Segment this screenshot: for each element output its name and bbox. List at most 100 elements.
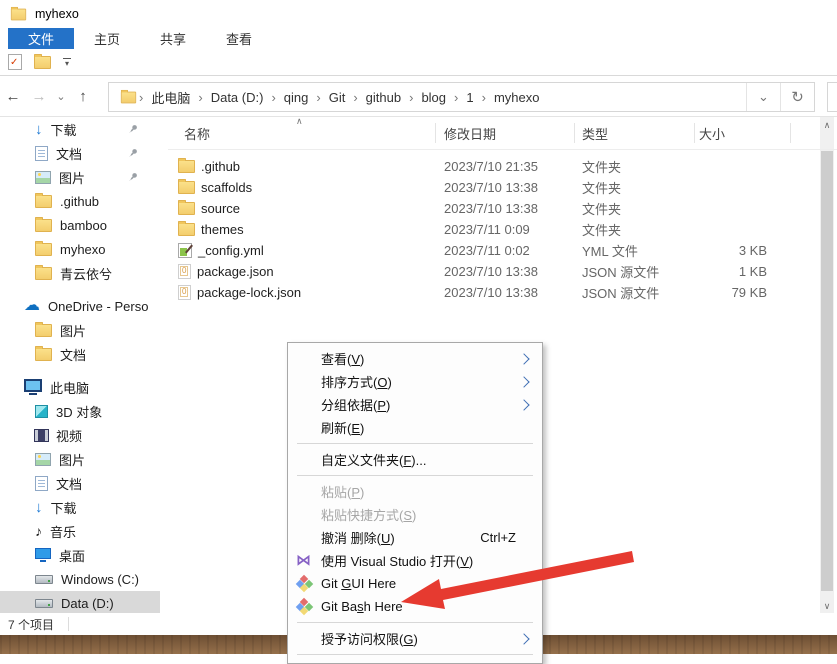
window-folder-icon	[10, 6, 27, 20]
file-row[interactable]: scaffolds 2023/7/10 13:38 文件夹	[168, 177, 837, 198]
menu-item-label: 自定义文件夹(F)...	[321, 453, 427, 468]
sidebar-item-od-documents[interactable]: 文档	[0, 342, 160, 366]
file-row[interactable]: .github 2023/7/10 21:35 文件夹	[168, 156, 837, 177]
breadcrumb-separator-icon: ›	[198, 89, 203, 105]
forward-button[interactable]: →	[26, 88, 52, 105]
sidebar-item-desktop[interactable]: 桌面	[0, 543, 160, 567]
sidebar-item-3d-objects[interactable]: 3D 对象	[0, 399, 160, 423]
menu-item-paste-shortcut[interactable]: 粘贴快捷方式(S)	[288, 503, 542, 526]
file-row[interactable]: source 2023/7/10 13:38 文件夹	[168, 198, 837, 219]
breadcrumb-item[interactable]: blog	[415, 90, 452, 105]
sidebar-item-label: 视频	[56, 428, 83, 444]
sidebar-item-label: 图片	[59, 170, 86, 186]
address-bar[interactable]: › 此电脑 › Data (D:) › qing › Git › github › blog › 1 › my…	[108, 82, 815, 112]
sidebar-item-pc-pictures[interactable]: 图片	[0, 447, 160, 471]
down-icon: ↓	[35, 120, 43, 138]
column-header-date[interactable]: 修改日期	[436, 123, 575, 143]
sidebar-item-qa-qingyun[interactable]: 青云依兮	[0, 261, 160, 285]
file-icon	[178, 264, 191, 279]
sidebar-item-qa-bamboo[interactable]: bamboo	[0, 213, 160, 237]
file-type: YML 文件	[582, 244, 638, 259]
file-row[interactable]: themes 2023/7/11 0:09 文件夹	[168, 219, 837, 240]
folder-icon	[35, 192, 52, 208]
folder-icon	[35, 264, 52, 280]
properties-icon[interactable]	[8, 54, 22, 70]
sidebar-item-qa-github[interactable]: .github	[0, 189, 160, 213]
breadcrumb-item[interactable]: github	[360, 90, 407, 105]
sidebar-item-windows-c[interactable]: Windows (C:)	[0, 567, 160, 591]
down-icon: ↓	[35, 498, 43, 516]
customize-quick-access-button[interactable]: ▾	[63, 58, 71, 68]
refresh-button[interactable]: ↻	[780, 83, 814, 111]
sort-ascending-icon: ∧	[296, 116, 303, 126]
address-dropdown-button[interactable]: ⌄	[746, 83, 780, 111]
file-row[interactable]: package.json 2023/7/10 13:38 JSON 源文件 1 KB	[168, 261, 837, 282]
sidebar-item-videos[interactable]: 视频	[0, 423, 160, 447]
tab-file[interactable]: 文件	[8, 28, 75, 49]
tab-home[interactable]: 主页	[74, 28, 140, 49]
menu-item-view[interactable]: 查看(V)	[288, 347, 542, 370]
column-header-type[interactable]: 类型	[575, 123, 695, 143]
menu-item-undo-delete[interactable]: 撤消 删除(U) Ctrl+Z	[288, 526, 542, 549]
refresh-icon: ↻	[791, 89, 804, 106]
breadcrumb-separator-icon: ›	[139, 89, 144, 105]
menu-item-group-by[interactable]: 分组依据(P)	[288, 393, 542, 416]
sidebar-item-qa-myhexo[interactable]: myhexo	[0, 237, 160, 261]
sidebar-item-label: 下载	[50, 122, 77, 138]
folder-icon	[178, 200, 195, 215]
menu-item-grant-access[interactable]: 授予访问权限(G)	[288, 627, 542, 650]
sidebar-item-od-pictures[interactable]: 图片	[0, 318, 160, 342]
sidebar-item-data-d[interactable]: Data (D:)	[0, 591, 160, 614]
up-button[interactable]: ↑	[70, 88, 96, 105]
sidebar-item-label: Data (D:)	[61, 595, 114, 611]
menu-item-label: 撤消 删除(U)	[321, 531, 395, 546]
search-input[interactable]	[827, 82, 837, 112]
sidebar-item-qa-downloads[interactable]: ↓ 下载	[0, 117, 160, 141]
git-icon	[295, 597, 321, 616]
breadcrumb-item[interactable]: Git	[323, 90, 352, 105]
back-button[interactable]: ←	[0, 88, 26, 105]
column-header-size[interactable]: 大小	[695, 123, 791, 143]
menu-item-git-gui-here[interactable]: Git GUI Here	[288, 572, 542, 595]
breadcrumb-item[interactable]: qing	[278, 90, 315, 105]
sidebar-item-qa-pictures[interactable]: 图片	[0, 165, 160, 189]
new-folder-icon[interactable]	[34, 53, 51, 69]
menu-item-sort-by[interactable]: 排序方式(O)	[288, 370, 542, 393]
file-date: 2023/7/10 13:38	[444, 180, 538, 195]
breadcrumb-item[interactable]: myhexo	[488, 90, 546, 105]
sidebar-item-onedrive[interactable]: ☁ OneDrive - Perso	[0, 294, 160, 318]
sidebar-item-pc-downloads[interactable]: ↓ 下载	[0, 495, 160, 519]
sidebar-item-label: OneDrive - Perso	[48, 298, 149, 314]
menu-item-label: 粘贴(P)	[321, 485, 365, 500]
submenu-arrow-icon	[518, 398, 530, 411]
tab-view[interactable]: 查看	[206, 28, 272, 49]
sidebar-item-music[interactable]: ♪ 音乐	[0, 519, 160, 543]
menu-item-label: 排序方式(O)	[321, 375, 392, 390]
context-menu: 查看(V) 排序方式(O) 分组依据(P) 刷新(E) 自定义文件夹(F)... 粘贴(P…	[287, 342, 543, 664]
file-name: .github	[201, 159, 241, 174]
menu-item-open-visual-studio[interactable]: ⋈ 使用 Visual Studio 打开(V)	[288, 549, 542, 572]
menu-item-git-bash-here[interactable]: Git Bash Here	[288, 595, 542, 618]
recent-locations-button[interactable]: ⌄	[52, 90, 70, 103]
sidebar-item-pc-documents[interactable]: 文档	[0, 471, 160, 495]
pin-icon	[128, 146, 138, 161]
breadcrumb-separator-icon: ›	[481, 89, 486, 105]
file-date: 2023/7/11 0:02	[444, 243, 530, 258]
breadcrumb-item[interactable]: 1	[460, 90, 479, 105]
submenu-arrow-icon	[518, 375, 530, 388]
sidebar-item-qa-documents[interactable]: 文档	[0, 141, 160, 165]
menu-item-paste[interactable]: 粘贴(P)	[288, 480, 542, 503]
menu-item-label: Git GUI Here	[321, 576, 397, 591]
breadcrumb-item[interactable]: Data (D:)	[205, 90, 270, 105]
menu-item-refresh[interactable]: 刷新(E)	[288, 416, 542, 439]
breadcrumb-item[interactable]: 此电脑	[145, 88, 196, 107]
file-size: 3 KB	[738, 243, 767, 258]
tab-share[interactable]: 共享	[140, 28, 206, 49]
sidebar-item-label: 3D 对象	[56, 404, 103, 420]
file-type: JSON 源文件	[582, 265, 660, 280]
sidebar-item-this-pc[interactable]: 此电脑	[0, 375, 160, 399]
file-row[interactable]: package-lock.json 2023/7/10 13:38 JSON 源文件…	[168, 282, 837, 303]
file-row[interactable]: _config.yml 2023/7/11 0:02 YML 文件 3 KB	[168, 240, 837, 261]
file-type: 文件夹	[582, 181, 622, 196]
menu-item-customize-folder[interactable]: 自定义文件夹(F)...	[288, 448, 542, 471]
